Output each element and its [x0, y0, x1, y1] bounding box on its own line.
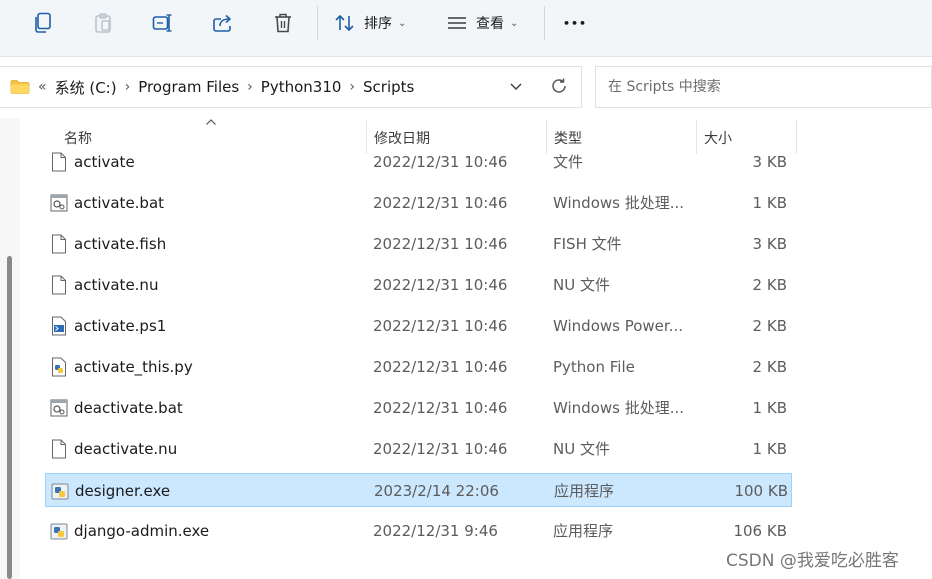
delete-button[interactable] [270, 8, 296, 38]
view-button[interactable]: 查看 ⌄ [446, 8, 526, 38]
view-label: 查看 [476, 16, 504, 32]
file-size: 2 KB [752, 276, 787, 294]
more-icon: ••• [562, 16, 588, 30]
file-type: NU 文件 [553, 276, 610, 294]
more-options-button[interactable]: ••• [560, 8, 590, 38]
file-row[interactable]: activate.fish 2022/12/31 10:46 FISH 文件 3 KB [45, 227, 792, 261]
refresh-icon [552, 78, 566, 93]
chevron-down-icon: ⌄ [510, 17, 519, 29]
file-type: 应用程序 [554, 482, 615, 500]
address-bar[interactable]: « 系统 (C:) › Program Files › Python310 › … [0, 66, 582, 108]
breadcrumb-python310[interactable]: Python310 [261, 78, 342, 96]
sort-ascending-icon [206, 119, 216, 125]
chevron-down-icon [510, 83, 522, 91]
chevron-down-icon: ⌄ [398, 17, 407, 29]
breadcrumb-separator[interactable]: › [349, 79, 355, 95]
file-type: 应用程序 [553, 522, 614, 540]
file-modified: 2022/12/31 10:46 [373, 358, 508, 376]
sort-label: 排序 [364, 16, 392, 32]
file-name: activate.nu [74, 276, 159, 294]
file-name: deactivate.nu [74, 440, 178, 458]
file-modified: 2022/12/31 9:46 [373, 522, 498, 540]
file-size: 1 KB [752, 399, 787, 417]
sort-icon [335, 15, 354, 31]
toolbar-divider [544, 6, 545, 40]
watermark: CSDN @我爱吃必胜客 [726, 546, 899, 571]
file-row[interactable]: activate_this.py 2022/12/31 10:46 Python F… [45, 350, 792, 384]
file-name: activate.fish [74, 235, 167, 253]
file-name: activate.bat [74, 194, 165, 212]
breadcrumb-scripts[interactable]: Scripts [363, 78, 414, 96]
command-bar: 排序 ⌄ 查看 ⌄ ••• [0, 0, 932, 57]
file-size: 106 KB [733, 522, 787, 540]
file-name: activate [74, 153, 135, 171]
view-list-icon [448, 17, 466, 29]
file-size: 3 KB [752, 153, 787, 171]
trash-icon [275, 13, 291, 33]
file-row[interactable]: deactivate.nu 2022/12/31 10:46 NU 文件 1 KB [45, 432, 792, 466]
file-modified: 2022/12/31 10:46 [373, 317, 508, 335]
file-size: 100 KB [734, 482, 788, 500]
file-size: 2 KB [752, 358, 787, 376]
refresh-button[interactable] [550, 77, 568, 99]
breadcrumb-separator[interactable]: › [125, 79, 131, 95]
file-name: designer.exe [75, 482, 171, 500]
copy-button[interactable] [30, 8, 56, 38]
file-row[interactable]: activate 2022/12/31 10:46 文件 3 KB [45, 145, 792, 179]
file-type: Windows 批处理... [553, 194, 685, 212]
file-name: deactivate.bat [74, 399, 183, 417]
file-modified: 2022/12/31 10:46 [373, 235, 508, 253]
address-history-button[interactable] [508, 78, 524, 98]
file-row[interactable]: designer.exe 2023/2/14 22:06 应用程序 100 KB [45, 473, 792, 507]
file-type: FISH 文件 [553, 235, 622, 253]
share-icon [213, 14, 231, 32]
file-row[interactable]: activate.ps1 2022/12/31 10:46 Windows Powe… [45, 309, 792, 343]
file-modified: 2022/12/31 10:46 [373, 276, 508, 294]
file-size: 3 KB [752, 235, 787, 253]
paste-button[interactable] [90, 8, 116, 38]
file-size: 2 KB [752, 317, 787, 335]
rename-button[interactable] [150, 8, 176, 38]
copy-icon [35, 12, 51, 33]
breadcrumb-program-files[interactable]: Program Files [138, 78, 239, 96]
file-type: NU 文件 [553, 440, 610, 458]
toolbar-divider [317, 6, 318, 40]
breadcrumb-separator[interactable]: › [247, 79, 253, 95]
file-row[interactable]: activate.nu 2022/12/31 10:46 NU 文件 2 KB [45, 268, 792, 302]
file-type: 文件 [553, 153, 584, 171]
file-name: activate.ps1 [74, 317, 167, 335]
file-modified: 2022/12/31 10:46 [373, 399, 508, 417]
sort-button[interactable]: 排序 ⌄ [334, 8, 414, 38]
file-modified: 2022/12/31 10:46 [373, 440, 508, 458]
file-size: 1 KB [752, 440, 787, 458]
folder-icon [10, 80, 30, 94]
file-name: django-admin.exe [74, 522, 210, 540]
breadcrumb-drive[interactable]: 系统 (C:) [55, 77, 117, 98]
file-modified: 2023/2/14 22:06 [374, 482, 499, 500]
file-size: 1 KB [752, 194, 787, 212]
file-name: activate_this.py [74, 358, 193, 376]
file-row[interactable]: django-admin.exe 2022/12/31 9:46 应用程序 106 K… [45, 514, 792, 548]
navigation-scrollbar[interactable] [7, 256, 12, 579]
paste-icon [95, 13, 111, 33]
file-type: Windows Power... [553, 317, 684, 335]
search-input[interactable] [606, 78, 910, 96]
file-row[interactable]: activate.bat 2022/12/31 10:46 Windows 批处理.… [45, 186, 792, 220]
overflow-crumbs-button[interactable]: « [38, 79, 47, 95]
rename-icon [152, 14, 172, 32]
file-type: Windows 批处理... [553, 399, 685, 417]
search-box[interactable] [595, 66, 932, 108]
share-button[interactable] [210, 8, 236, 38]
file-modified: 2022/12/31 10:46 [373, 194, 508, 212]
file-modified: 2022/12/31 10:46 [373, 153, 508, 171]
file-row[interactable]: deactivate.bat 2022/12/31 10:46 Windows 批处… [45, 391, 792, 425]
file-type: Python File [553, 358, 635, 376]
column-divider[interactable] [796, 120, 797, 154]
